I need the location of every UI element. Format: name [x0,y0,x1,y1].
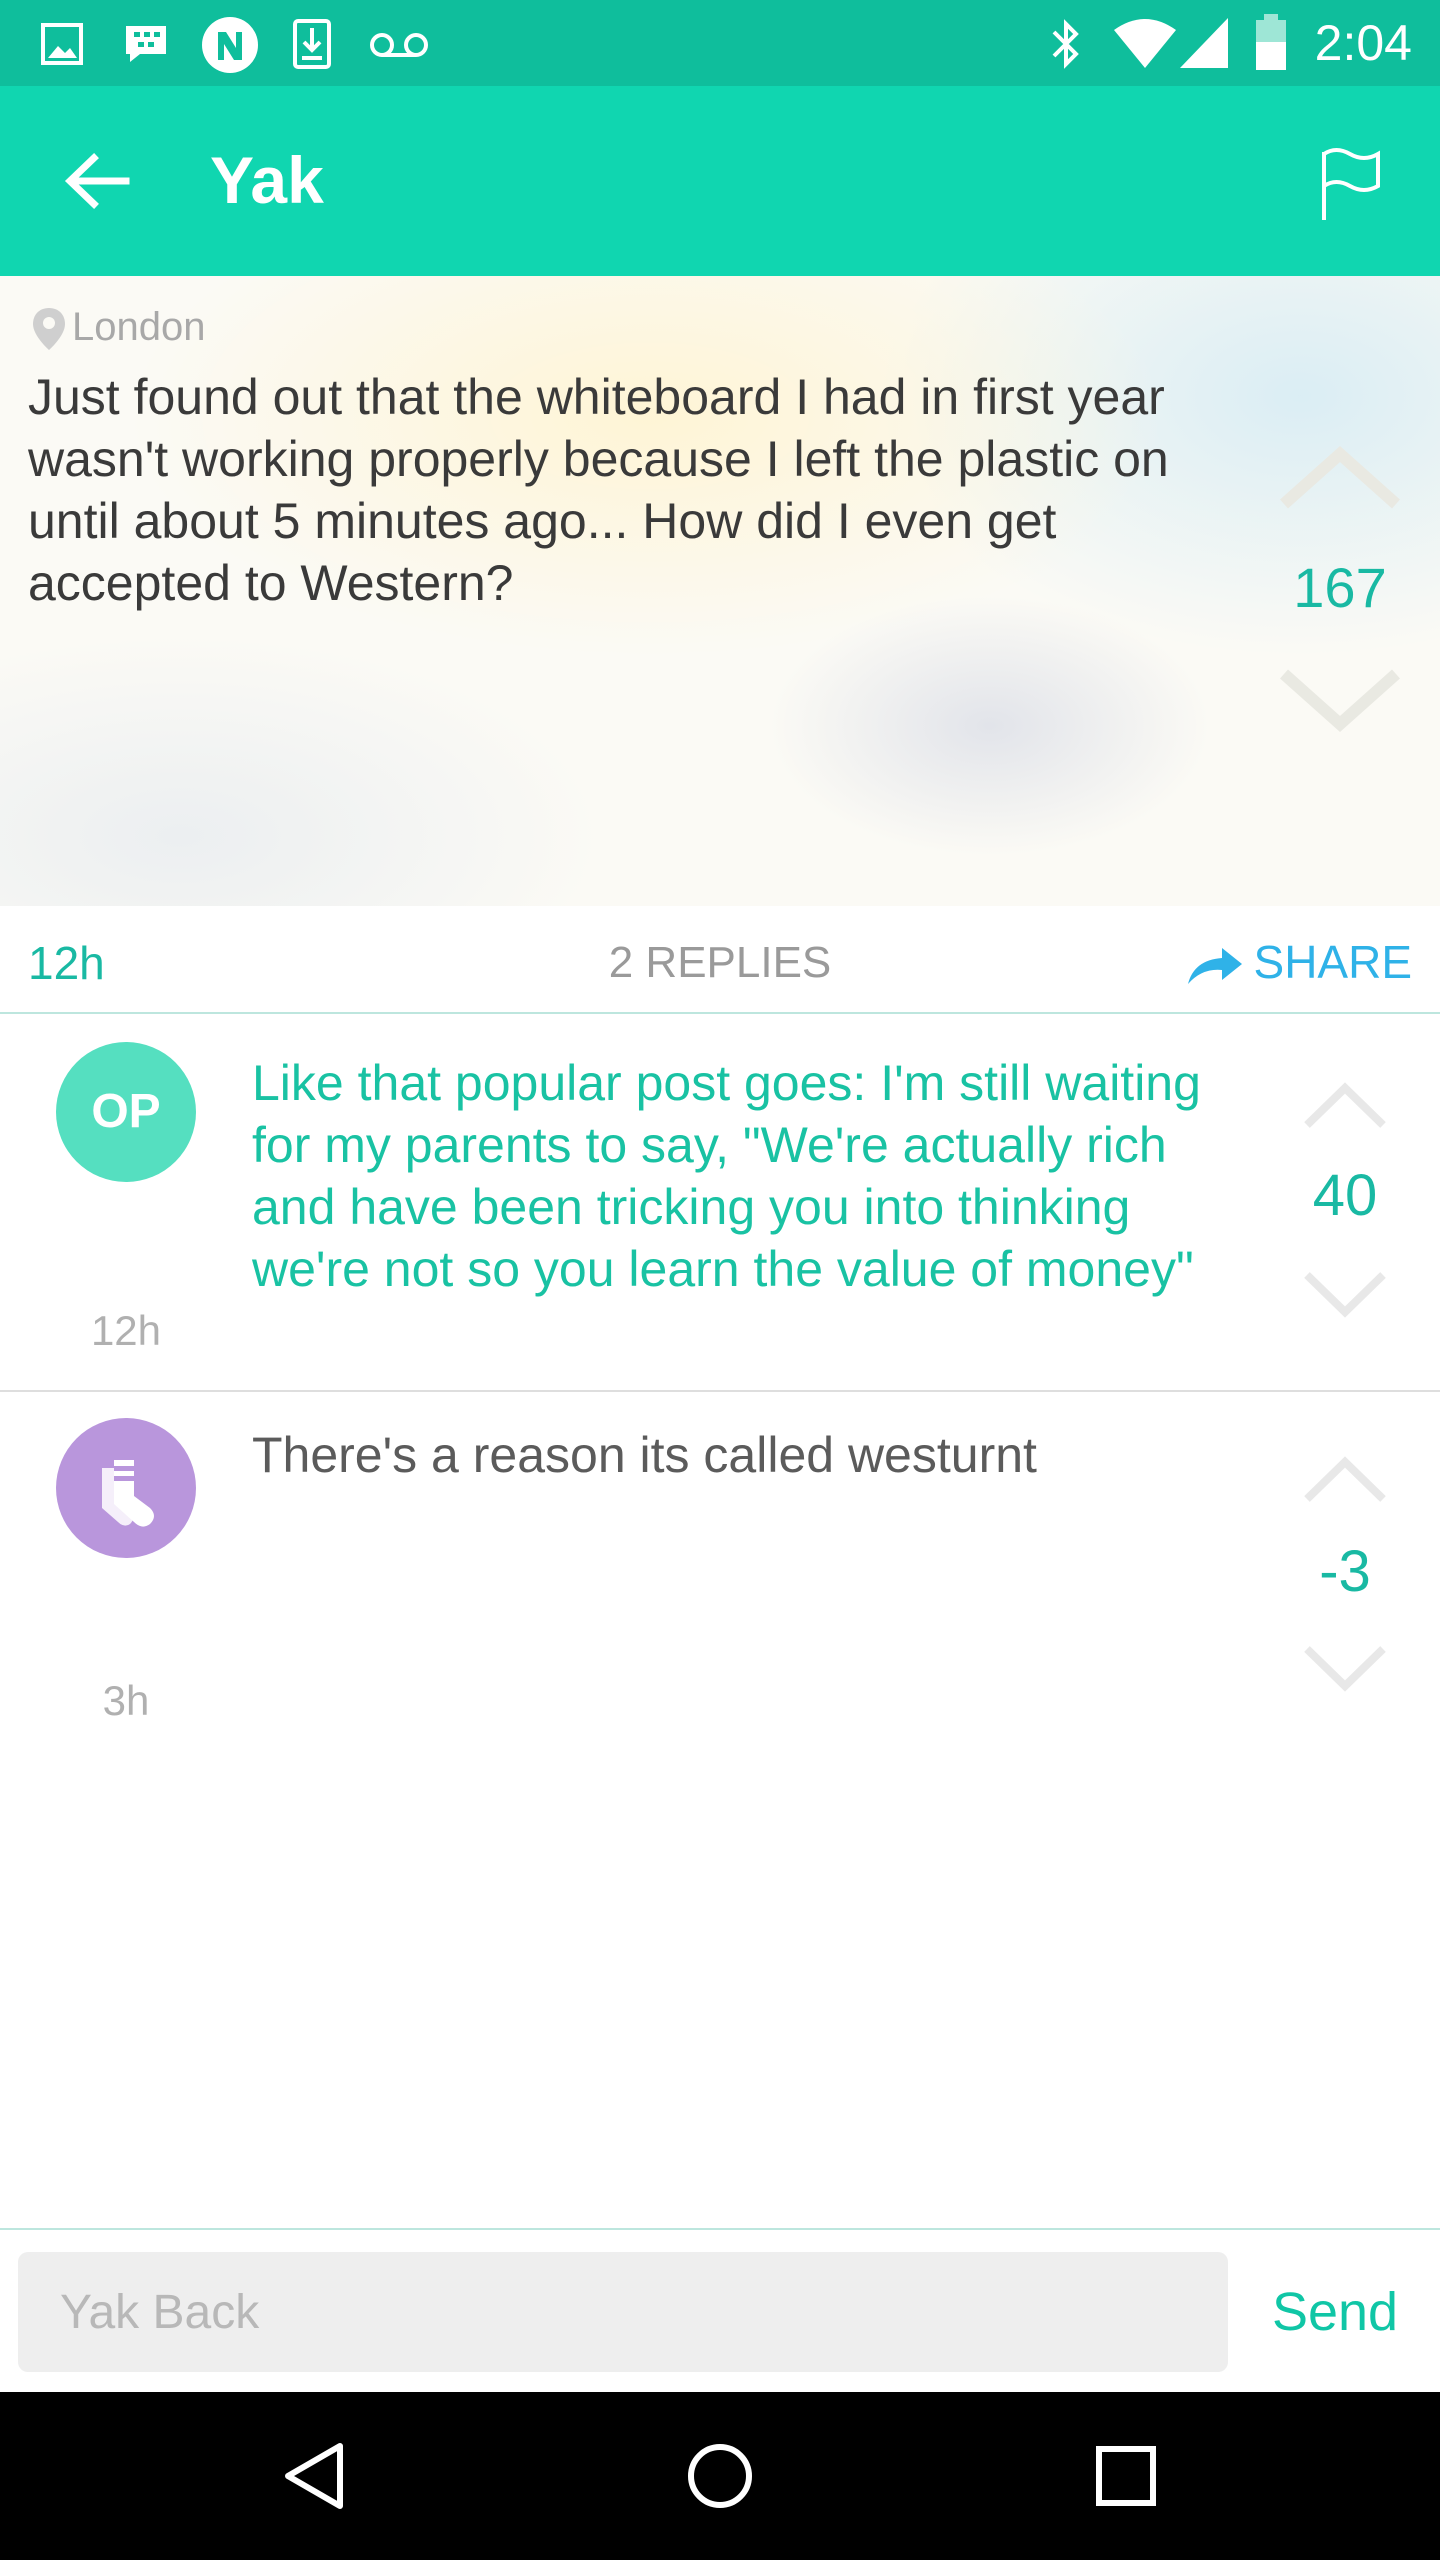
circle-home-icon [688,2444,752,2508]
download-icon [293,19,331,69]
nav-recents-button[interactable] [1086,2436,1166,2516]
app-title: Yak [210,143,324,217]
nav-home-button[interactable] [680,2436,760,2516]
post-meta-bar: 12h 2 REPLIES SHARE [0,906,1440,1014]
reply-composer: Send [0,2228,1440,2394]
square-recents-icon [1096,2446,1156,2506]
battery-icon [1256,14,1286,70]
post-text: Just found out that the whiteboard I had… [28,369,1169,611]
original-post: London Just found out that the whiteboar… [0,276,1440,906]
report-flag-button[interactable] [1310,144,1390,224]
send-button[interactable]: Send [1250,2252,1420,2372]
app-bar: Yak [0,86,1440,276]
reply-age: 12h [90,1307,162,1354]
reply-score: -3 [1319,1539,1371,1604]
op-avatar: OP [56,1042,196,1182]
share-button[interactable]: SHARE [1186,932,1412,992]
reply-score: 40 [1312,1163,1378,1228]
system-nav-bar [0,2392,1440,2560]
back-button[interactable] [52,136,142,226]
post-score: 167 [1293,556,1387,619]
bbm-chat-icon [126,26,166,62]
yak-back-input[interactable] [18,2252,1228,2372]
reply-text: There's a reason its called westurnt [252,1427,1037,1483]
reply-downvote-icon[interactable] [1302,1642,1388,1694]
status-clock: 2:04 [1314,15,1412,71]
n-app-icon [202,17,258,73]
reply-upvote-icon[interactable] [1302,1454,1388,1506]
avatar-label: OP [91,1085,161,1138]
triangle-back-icon [285,2443,343,2509]
socks-icon [102,1460,154,1527]
reply-downvote-icon[interactable] [1302,1268,1388,1320]
voicemail-icon [370,33,428,57]
reply-text: Like that popular post goes: I'm still w… [252,1055,1201,1297]
user-avatar [56,1418,196,1558]
reply-upvote-icon[interactable] [1302,1080,1388,1132]
status-bar: 2:04 [0,0,1440,86]
arrow-back-icon [64,153,130,209]
cell-signal-icon [1180,18,1228,68]
image-icon [41,23,83,65]
reply-item: There's a reason its called westurnt 3h … [0,1392,1440,1792]
share-label: SHARE [1253,936,1412,988]
nav-back-button[interactable] [276,2436,356,2516]
flag-icon [1322,148,1380,220]
post-location-label: London [72,305,206,349]
location-pin-icon [33,308,65,351]
post-downvote-icon[interactable] [1278,664,1402,734]
bluetooth-icon [1052,19,1079,69]
post-upvote-icon[interactable] [1278,444,1402,514]
reply-item: OP Like that popular post goes: I'm stil… [0,1014,1440,1390]
share-arrow-icon [1187,947,1242,984]
reply-age: 3h [102,1677,150,1724]
wifi-icon [1114,19,1176,68]
post-location: London [30,302,205,352]
